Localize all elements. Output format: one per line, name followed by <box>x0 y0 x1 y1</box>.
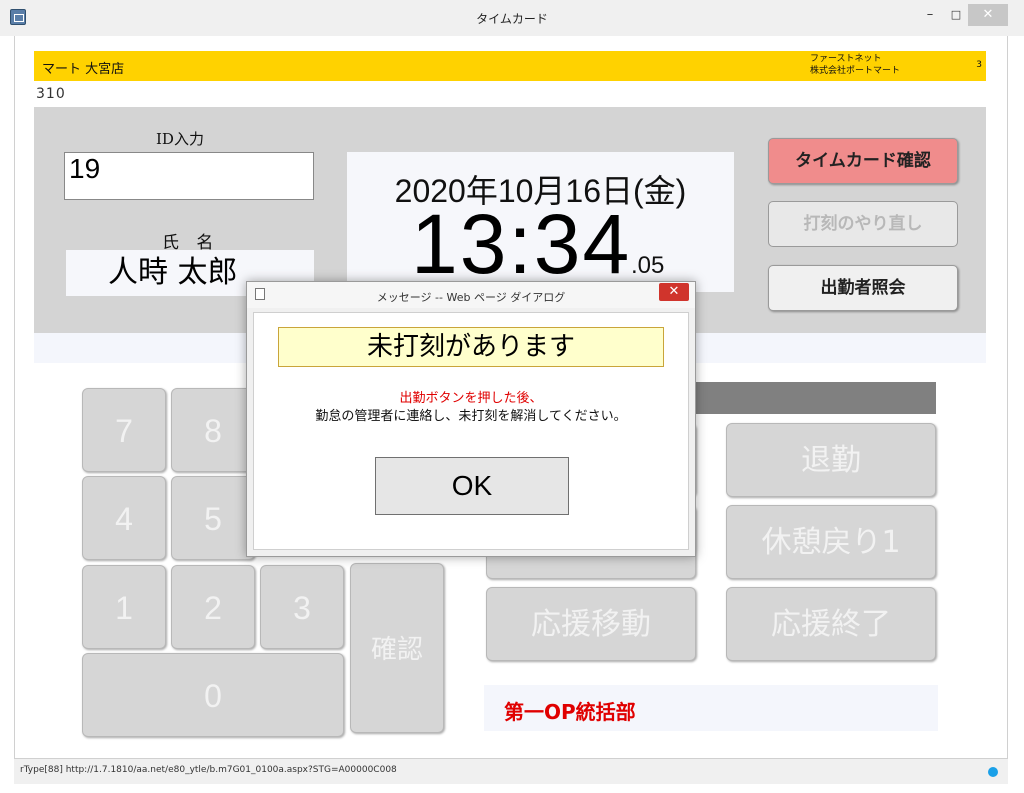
support-move-button[interactable]: 応援移動 <box>486 587 696 661</box>
keypad-2[interactable]: 2 <box>171 565 255 649</box>
clock-out-button[interactable]: 退勤 <box>726 423 936 497</box>
status-indicator-icon <box>988 767 998 777</box>
browser-statusbar: rType[88] http://1.7.1810/aa.net/e80_ytl… <box>14 758 1008 784</box>
keypad-4[interactable]: 4 <box>82 476 166 560</box>
keypad-confirm-button[interactable]: 確認 <box>350 563 444 733</box>
timecard-check-button[interactable]: タイムカード確認 <box>768 138 958 184</box>
dialog-instruction-red: 出勤ボタンを押した後、 <box>399 391 543 406</box>
support-end-button[interactable]: 応援終了 <box>726 587 936 661</box>
clock-display: 2020年10月16日(金) 13:34 .05 <box>347 152 734 292</box>
keypad-8[interactable]: 8 <box>171 388 255 472</box>
close-button[interactable]: ✕ <box>968 4 1008 26</box>
company-name: ファーストネット 株式会社ポートマート <box>810 53 900 77</box>
window-titlebar: タイムカード – □ ✕ <box>0 0 1024 36</box>
minimize-button[interactable]: – <box>920 4 940 26</box>
maximize-button[interactable]: □ <box>946 4 966 26</box>
department-name: 第一OP統括部 <box>504 700 636 724</box>
keypad-1[interactable]: 1 <box>82 565 166 649</box>
id-input[interactable]: 19 <box>64 152 314 200</box>
break-return-button[interactable]: 休憩戻り1 <box>726 505 936 579</box>
dialog-body: 未打刻があります 出勤ボタンを押した後、 勤怠の管理者に連絡し、未打刻を解消して… <box>253 312 689 550</box>
store-banner: マート 大宮店 ファーストネット 株式会社ポートマート 3 <box>34 51 986 81</box>
store-name: マート 大宮店 <box>42 62 125 77</box>
keypad-3[interactable]: 3 <box>260 565 344 649</box>
dialog-titlebar: メッセージ -- Web ページ ダイアログ ✕ <box>247 282 695 308</box>
dialog-instruction: 勤怠の管理者に連絡し、未打刻を解消してください。 <box>315 409 627 424</box>
company-name-line2: 株式会社ポートマート <box>810 66 901 76</box>
clock-time: 13:34 <box>411 197 632 291</box>
keypad-0[interactable]: 0 <box>82 653 344 737</box>
company-name-line1: ファーストネット <box>810 54 882 64</box>
dialog-heading: 未打刻があります <box>278 327 664 367</box>
window-title: タイムカード <box>476 12 548 26</box>
message-dialog: メッセージ -- Web ページ ダイアログ ✕ 未打刻があります 出勤ボタンを… <box>246 281 696 557</box>
dialog-close-button[interactable]: ✕ <box>659 283 689 301</box>
ok-button[interactable]: OK <box>375 457 569 515</box>
keypad-7[interactable]: 7 <box>82 388 166 472</box>
keypad-5[interactable]: 5 <box>171 476 255 560</box>
department-box: 第一OP統括部 <box>484 685 938 731</box>
store-code: 310 <box>36 86 66 102</box>
id-input-label: ID入力 <box>156 130 204 148</box>
banner-number: 3 <box>976 60 982 70</box>
attendee-inquiry-button[interactable]: 出勤者照会 <box>768 265 958 311</box>
status-url: rType[88] http://1.7.1810/aa.net/e80_ytl… <box>20 765 397 775</box>
dialog-title: メッセージ -- Web ページ ダイアログ <box>376 291 566 304</box>
redo-punch-button[interactable]: 打刻のやり直し <box>768 201 958 247</box>
clock-seconds: .05 <box>631 252 665 279</box>
